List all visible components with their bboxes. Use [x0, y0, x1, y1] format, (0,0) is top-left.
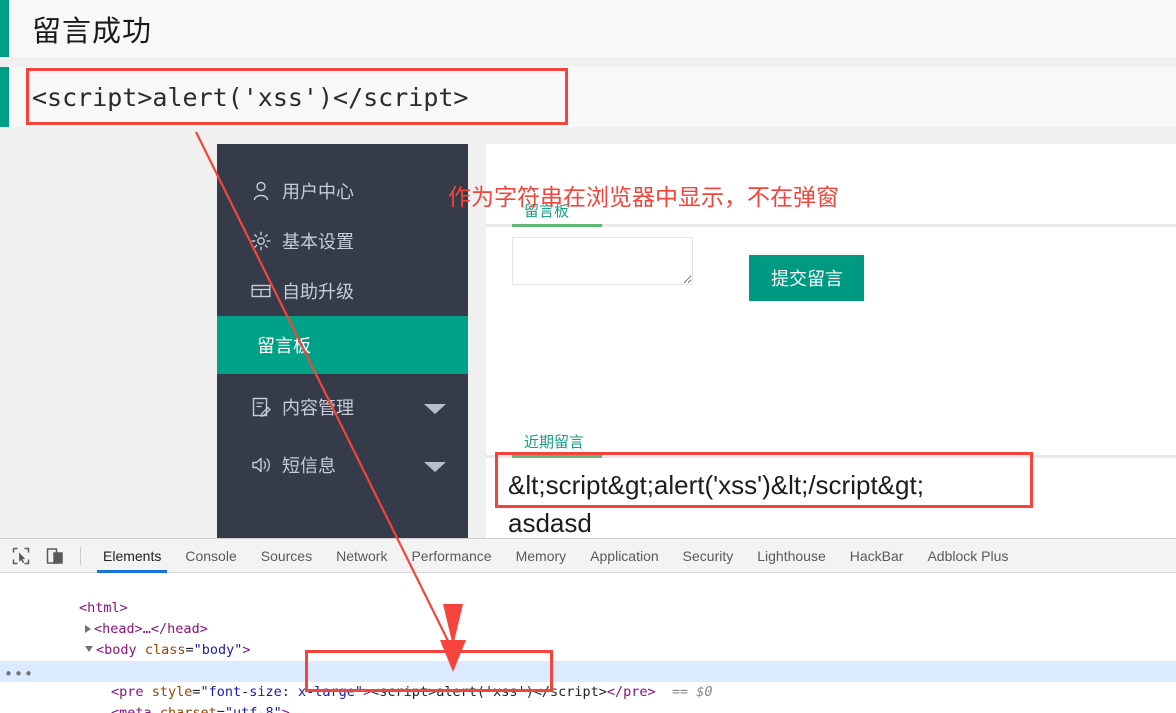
tab-elements[interactable]: Elements — [91, 539, 173, 573]
browser-viewport: 留言成功 <script>alert('xss')</script> 用户中心 … — [0, 0, 1176, 538]
sidebar-item-content-management[interactable]: 内容管理 — [217, 382, 468, 432]
sidebar-item-label: 短信息 — [282, 456, 336, 477]
screenshot-root: 留言成功 <script>alert('xss')</script> 用户中心 … — [0, 0, 1176, 713]
tab-network[interactable]: Network — [324, 539, 399, 573]
user-icon — [249, 180, 273, 202]
success-message-block: 留言成功 — [0, 0, 1176, 57]
sidebar-item-self-upgrade[interactable]: 自助升级 — [217, 266, 468, 316]
sidebar-item-label: 用户中心 — [282, 182, 354, 203]
chevron-down-icon[interactable] — [424, 404, 446, 414]
sidebar-item-user-center[interactable]: 用户中心 — [217, 166, 468, 216]
dom-node-html[interactable]: <html> — [0, 577, 1176, 616]
recent-messages-list: &lt;script&gt;alert('xss')&lt;/script&gt… — [508, 466, 1176, 538]
dom-tree: <html> <head>…</head> <body class="body"… — [0, 573, 1176, 713]
annotation-note: 作为字符串在浏览器中显示，不在弹窗 — [448, 185, 839, 211]
tab-adblock-plus[interactable]: Adblock Plus — [915, 539, 1020, 573]
devtools-panel: Elements Console Sources Network Perform… — [0, 538, 1176, 713]
tab-memory[interactable]: Memory — [504, 539, 579, 573]
payload-echo-text: <script>alert('xss')</script> — [32, 82, 469, 112]
dom-node-meta[interactable]: <meta charset="utf-8"> — [0, 682, 1176, 713]
tab-console[interactable]: Console — [173, 539, 248, 573]
list-item: asdasd — [508, 508, 592, 538]
payload-echo-block: <script>alert('xss')</script> — [0, 67, 1176, 127]
tab-security[interactable]: Security — [671, 539, 746, 573]
toolbar-divider — [80, 546, 81, 565]
recent-messages-section: 近期留言 &lt;script&gt;alert('xss')&lt;/scri… — [486, 432, 1176, 538]
sidebar-item-sms[interactable]: 短信息 — [217, 440, 468, 490]
dom-node-head[interactable]: <head>…</head> — [0, 598, 1176, 637]
recent-messages-legend: 近期留言 — [524, 433, 585, 451]
tab-sources[interactable]: Sources — [249, 539, 324, 573]
gear-icon — [249, 230, 273, 252]
legend-underline — [486, 455, 1176, 458]
sidebar-item-label: 基本设置 — [282, 232, 354, 253]
message-board-form: 留言板 提交留言 — [486, 201, 1176, 301]
device-toolbar-icon[interactable] — [42, 543, 68, 569]
tab-hackbar[interactable]: HackBar — [838, 539, 916, 573]
tab-application[interactable]: Application — [578, 539, 671, 573]
dom-node-body[interactable]: <body class="body"> — [0, 619, 1176, 658]
dom-node-title[interactable]: <title>用户中心</title> — [0, 703, 1176, 713]
sidebar: 用户中心 基本设置 自助升级 留言板 内容管理 短信息 — [217, 144, 468, 538]
message-input[interactable] — [512, 237, 693, 285]
chevron-down-icon[interactable] — [424, 462, 446, 472]
inspect-element-icon[interactable] — [8, 543, 34, 569]
list-item: &lt;script&gt;alert('xss')&lt;/script&gt… — [508, 470, 924, 500]
sidebar-item-label: 自助升级 — [282, 282, 354, 303]
sidebar-item-label: 留言板 — [257, 336, 311, 357]
dom-node-pre-title[interactable]: <pre style="font-size: x-large">留言成功</pr… — [0, 640, 1176, 679]
sidebar-item-message-board[interactable]: 留言板 — [217, 316, 468, 374]
tab-performance[interactable]: Performance — [399, 539, 503, 573]
devtools-toolbar: Elements Console Sources Network Perform… — [0, 539, 1176, 573]
sidebar-item-label: 内容管理 — [282, 398, 354, 419]
page-title: 留言成功 — [32, 13, 153, 48]
speaker-icon — [249, 454, 273, 476]
document-edit-icon — [249, 396, 273, 418]
tab-lighthouse[interactable]: Lighthouse — [745, 539, 838, 573]
sidebar-item-basic-settings[interactable]: 基本设置 — [217, 216, 468, 266]
submit-message-button[interactable]: 提交留言 — [749, 255, 865, 301]
dom-node-pre-payload[interactable]: ••• <pre style="font-size: x-large"><scri… — [0, 661, 1176, 700]
legend-underline — [486, 224, 1176, 227]
upgrade-card-icon — [249, 280, 273, 302]
